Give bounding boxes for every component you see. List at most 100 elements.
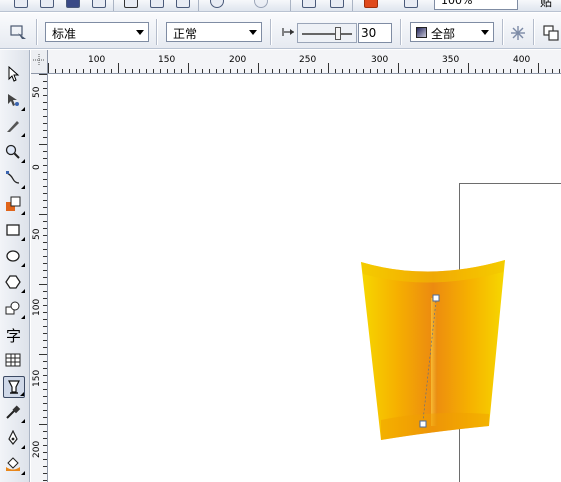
- shape-tool[interactable]: [3, 90, 25, 112]
- zoom-tool[interactable]: [3, 142, 25, 164]
- transparency-slider[interactable]: [297, 23, 357, 43]
- cut-icon[interactable]: [124, 0, 138, 8]
- ruler-tick: [202, 69, 203, 73]
- ruler-tick: [43, 375, 47, 376]
- edit-transparency-icon[interactable]: [10, 23, 28, 41]
- chevron-down-icon: [481, 30, 489, 35]
- ruler-label: 200: [229, 55, 247, 65]
- fill-tool[interactable]: [3, 454, 25, 476]
- copy-icon[interactable]: [150, 0, 164, 8]
- ruler-tick: [43, 431, 47, 432]
- ruler-tick: [384, 69, 385, 73]
- smart-fill-tool[interactable]: [3, 194, 25, 216]
- drawing-canvas[interactable]: [49, 75, 561, 482]
- ruler-tick: [43, 466, 47, 467]
- interactive-transparency-tool[interactable]: [3, 376, 25, 398]
- ruler-tick: [167, 69, 168, 73]
- import-icon[interactable]: [302, 0, 316, 8]
- ruler-tick: [39, 354, 47, 355]
- transparency-mode-combo[interactable]: 正常: [166, 22, 262, 42]
- text-tool[interactable]: 字: [3, 324, 25, 346]
- pick-tool[interactable]: [3, 64, 25, 86]
- ruler-tick: [43, 340, 47, 341]
- ruler-label: 100: [32, 298, 42, 316]
- zoom-level-combo[interactable]: 100%: [434, 0, 518, 10]
- ruler-tick: [146, 69, 147, 73]
- horizontal-ruler[interactable]: 100 150 200 250 300 350 400: [31, 50, 561, 74]
- snap-to-label[interactable]: 贴齐: [540, 0, 561, 11]
- ruler-tick: [335, 69, 336, 73]
- ruler-tick: [43, 389, 47, 390]
- toolbox: 字: [0, 50, 30, 482]
- ruler-tick: [48, 63, 49, 73]
- property-bar-separator: [502, 19, 504, 45]
- transparency-type-combo[interactable]: 标准: [45, 22, 149, 42]
- toolbar-separator: [113, 0, 114, 11]
- new-document-icon[interactable]: [14, 0, 28, 8]
- open-icon[interactable]: [40, 0, 54, 8]
- application-launcher-icon[interactable]: [364, 0, 378, 8]
- outline-pen-tool[interactable]: [3, 428, 25, 450]
- table-tool[interactable]: [3, 350, 25, 372]
- ruler-label: 50: [32, 228, 42, 240]
- ruler-tick: [43, 109, 47, 110]
- ruler-tick: [43, 200, 47, 201]
- rectangle-tool[interactable]: [3, 220, 25, 242]
- ruler-tick: [440, 69, 441, 73]
- redo-icon[interactable]: [254, 0, 268, 8]
- print-icon[interactable]: [92, 0, 106, 8]
- paste-icon[interactable]: [176, 0, 190, 8]
- ellipse-tool[interactable]: [3, 246, 25, 268]
- ruler-tick: [251, 69, 252, 73]
- ruler-tick: [111, 69, 112, 73]
- copy-transparency-icon[interactable]: [542, 24, 560, 42]
- ruler-tick: [43, 207, 47, 208]
- ruler-origin-corner[interactable]: [31, 50, 48, 74]
- flyout-indicator: [21, 185, 25, 189]
- flyout-indicator: [21, 315, 25, 319]
- freehand-tool[interactable]: [3, 168, 25, 190]
- ruler-tick: [258, 63, 259, 73]
- ruler-tick: [39, 424, 47, 425]
- ruler-label: 50: [32, 86, 42, 98]
- basic-shapes-tool[interactable]: [3, 298, 25, 320]
- ruler-tick: [468, 63, 469, 73]
- save-icon[interactable]: [66, 0, 80, 8]
- ruler-tick: [43, 452, 47, 453]
- vertical-ruler[interactable]: 50 0 50 100 150 200: [31, 74, 48, 482]
- transparency-start-handle[interactable]: [432, 294, 440, 302]
- transparency-end-handle[interactable]: [419, 420, 427, 428]
- flyout-indicator: [21, 211, 25, 215]
- ruler-tick: [39, 214, 47, 215]
- ruler-tick: [503, 69, 504, 73]
- export-icon[interactable]: [330, 0, 344, 8]
- welcome-screen-icon[interactable]: [404, 0, 418, 8]
- ruler-label: 150: [32, 369, 42, 387]
- transparency-target-combo[interactable]: 全部: [410, 22, 494, 42]
- slider-thumb[interactable]: [335, 27, 341, 40]
- ruler-tick: [39, 74, 47, 75]
- ruler-tick: [43, 263, 47, 264]
- knife-tool[interactable]: [3, 116, 25, 138]
- flyout-indicator: [21, 237, 25, 241]
- ruler-tick: [426, 69, 427, 73]
- property-bar: 标准 正常 30 全部: [0, 13, 561, 49]
- ruler-tick: [43, 333, 47, 334]
- ruler-tick: [139, 69, 140, 73]
- chevron-down-icon: [249, 30, 257, 35]
- ruler-tick: [475, 69, 476, 73]
- ruler-label: 150: [158, 55, 176, 65]
- eyedropper-tool[interactable]: [3, 402, 25, 424]
- ruler-tick: [454, 69, 455, 73]
- ruler-label: 250: [299, 55, 317, 65]
- ruler-tick: [43, 242, 47, 243]
- transparency-value-input[interactable]: 30: [358, 23, 392, 43]
- ruler-tick: [223, 69, 224, 73]
- undo-icon[interactable]: [210, 0, 224, 8]
- ruler-tick: [496, 69, 497, 73]
- flyout-indicator: [21, 133, 25, 137]
- freeze-transparency-icon[interactable]: [510, 25, 526, 41]
- ruler-tick: [43, 102, 47, 103]
- polygon-tool[interactable]: [3, 272, 25, 294]
- cup-shape[interactable]: [349, 250, 519, 450]
